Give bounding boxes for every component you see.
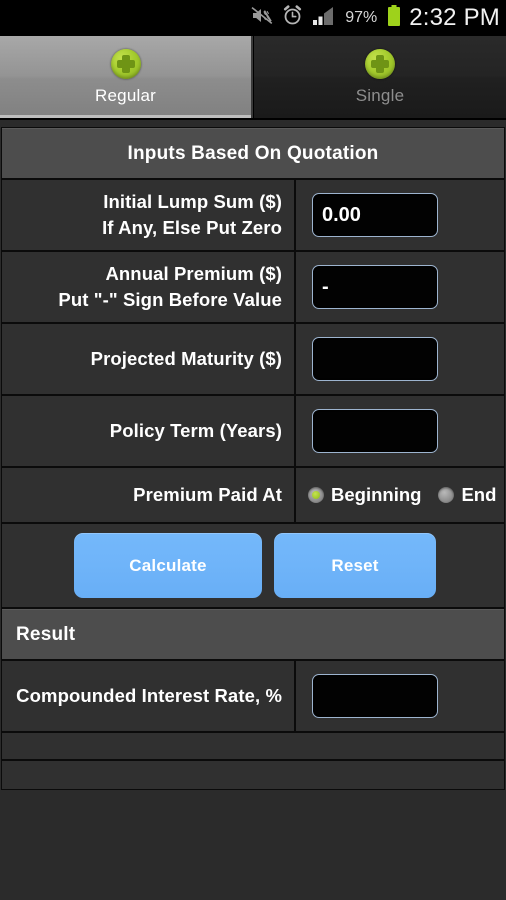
policy-term-field-cell — [296, 396, 504, 466]
table-row: Policy Term (Years) — [2, 396, 504, 468]
mute-vibrate-icon — [251, 6, 273, 30]
tab-regular[interactable]: Regular — [0, 36, 253, 118]
lump-sum-label: Initial Lump Sum ($) If Any, Else Put Ze… — [2, 180, 296, 250]
lump-sum-field-cell — [296, 180, 504, 250]
radio-option-beginning-label: Beginning — [331, 484, 422, 505]
policy-term-label-line1: Policy Term (Years) — [109, 420, 282, 441]
projected-maturity-field-cell — [296, 324, 504, 394]
tab-single-label: Single — [355, 85, 405, 105]
projected-maturity-input[interactable] — [312, 337, 438, 381]
lump-sum-label-line2: If Any, Else Put Zero — [102, 217, 282, 238]
tab-single[interactable]: Single — [253, 36, 506, 118]
form-table: Inputs Based On Quotation Initial Lump S… — [1, 127, 505, 790]
table-row: Projected Maturity ($) — [2, 324, 504, 396]
green-plus-circle-icon — [110, 48, 141, 79]
annual-premium-label-line1: Annual Premium ($) — [105, 263, 282, 284]
lump-sum-input[interactable] — [312, 193, 438, 237]
table-row: Initial Lump Sum ($) If Any, Else Put Ze… — [2, 180, 504, 252]
signal-bars-icon — [312, 6, 334, 30]
compounded-rate-label: Compounded Interest Rate, % — [2, 661, 296, 731]
radio-option-beginning[interactable]: Beginning — [308, 484, 421, 506]
policy-term-label: Policy Term (Years) — [2, 396, 296, 466]
clock-time: 2:32 PM — [409, 4, 500, 31]
battery-icon — [387, 4, 401, 32]
alarm-clock-icon — [282, 5, 303, 31]
result-section-header: Result — [2, 609, 504, 661]
empty-cell — [2, 733, 504, 759]
premium-paid-at-label: Premium Paid At — [2, 468, 296, 522]
calculate-button[interactable]: Calculate — [74, 533, 262, 598]
table-row: Compounded Interest Rate, % — [2, 661, 504, 733]
green-plus-circle-icon — [365, 48, 395, 79]
table-row: Premium Paid At Beginning End — [2, 468, 504, 524]
table-row: Annual Premium ($) Put "-" Sign Before V… — [2, 252, 504, 324]
radio-option-end[interactable]: End — [438, 484, 496, 506]
premium-paid-at-field-cell: Beginning End — [296, 468, 504, 522]
annual-premium-label: Annual Premium ($) Put "-" Sign Before V… — [2, 252, 296, 322]
radio-selected-icon[interactable] — [308, 487, 324, 503]
status-bar-icons: 97% — [251, 4, 401, 32]
inputs-section-header: Inputs Based On Quotation — [2, 128, 504, 180]
projected-maturity-label-line1: Projected Maturity ($) — [90, 348, 282, 369]
table-row-empty — [2, 733, 504, 761]
tab-bar: Regular Single — [0, 36, 506, 120]
policy-term-input[interactable] — [312, 409, 438, 453]
inputs-section-title: Inputs Based On Quotation — [127, 142, 379, 164]
compounded-rate-field-cell — [296, 661, 504, 731]
compounded-rate-input — [312, 674, 438, 718]
tab-regular-label: Regular — [95, 85, 156, 105]
annual-premium-input[interactable] — [312, 265, 438, 309]
annual-premium-field-cell — [296, 252, 504, 322]
main-content: Inputs Based On Quotation Initial Lump S… — [0, 120, 506, 900]
empty-cell — [2, 761, 504, 789]
premium-paid-at-label-line1: Premium Paid At — [133, 484, 282, 505]
battery-percent-label: 97% — [345, 9, 378, 26]
projected-maturity-label: Projected Maturity ($) — [2, 324, 296, 394]
reset-button[interactable]: Reset — [274, 533, 436, 598]
result-section-title: Result — [16, 623, 76, 645]
compounded-rate-label-line1: Compounded Interest Rate, % — [16, 685, 282, 706]
table-row-empty — [2, 761, 504, 789]
lump-sum-label-line1: Initial Lump Sum ($) — [103, 191, 282, 212]
radio-option-end-label: End — [461, 484, 497, 505]
action-button-row: Calculate Reset — [2, 524, 504, 609]
radio-unselected-icon[interactable] — [438, 487, 455, 503]
premium-paid-at-radio-group: Beginning End — [296, 484, 496, 506]
annual-premium-label-line2: Put "-" Sign Before Value — [58, 289, 282, 310]
status-bar: 97% 2:32 PM — [0, 0, 506, 36]
